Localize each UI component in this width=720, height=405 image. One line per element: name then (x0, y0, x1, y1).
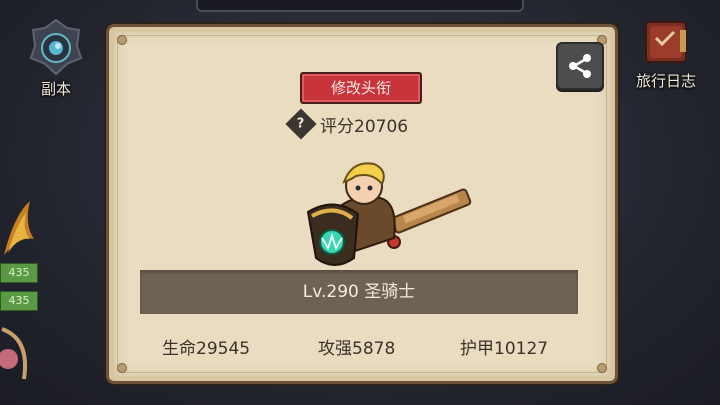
score-text: 评分20706 (320, 116, 409, 137)
hp-stat: 生命29545 (162, 339, 251, 359)
share-button[interactable] (556, 42, 604, 90)
panel-rivet (117, 35, 127, 45)
left-side-decor: 435 435 (0, 195, 40, 405)
travel-journal-button[interactable]: 旅行日志 (620, 16, 712, 91)
help-icon[interactable]: ? (285, 108, 317, 140)
score-row: ? 评分20706 (285, 108, 409, 140)
panel-rivet (597, 363, 607, 373)
share-icon (569, 54, 591, 78)
dungeon-label: 副本 (40, 80, 71, 98)
side-badge: 435 (0, 263, 38, 283)
panel-rivet (117, 363, 127, 373)
hero-avatar (294, 158, 490, 278)
dungeon-icon (27, 18, 85, 76)
side-badge: 435 (0, 291, 38, 311)
level-class-bar: Lv.290 圣骑士 (140, 270, 578, 314)
armor-stat: 护甲10127 (460, 339, 549, 359)
journal-book-icon (640, 16, 692, 68)
top-bar (196, 0, 524, 12)
edit-title-button[interactable]: 修改头衔 (300, 72, 422, 104)
dungeon-menu-button[interactable]: 副本 (20, 18, 92, 99)
journal-label: 旅行日志 (635, 72, 696, 90)
stats-row: 生命29545 攻强5878 护甲10127 (106, 334, 612, 359)
attack-stat: 攻强5878 (318, 339, 396, 359)
